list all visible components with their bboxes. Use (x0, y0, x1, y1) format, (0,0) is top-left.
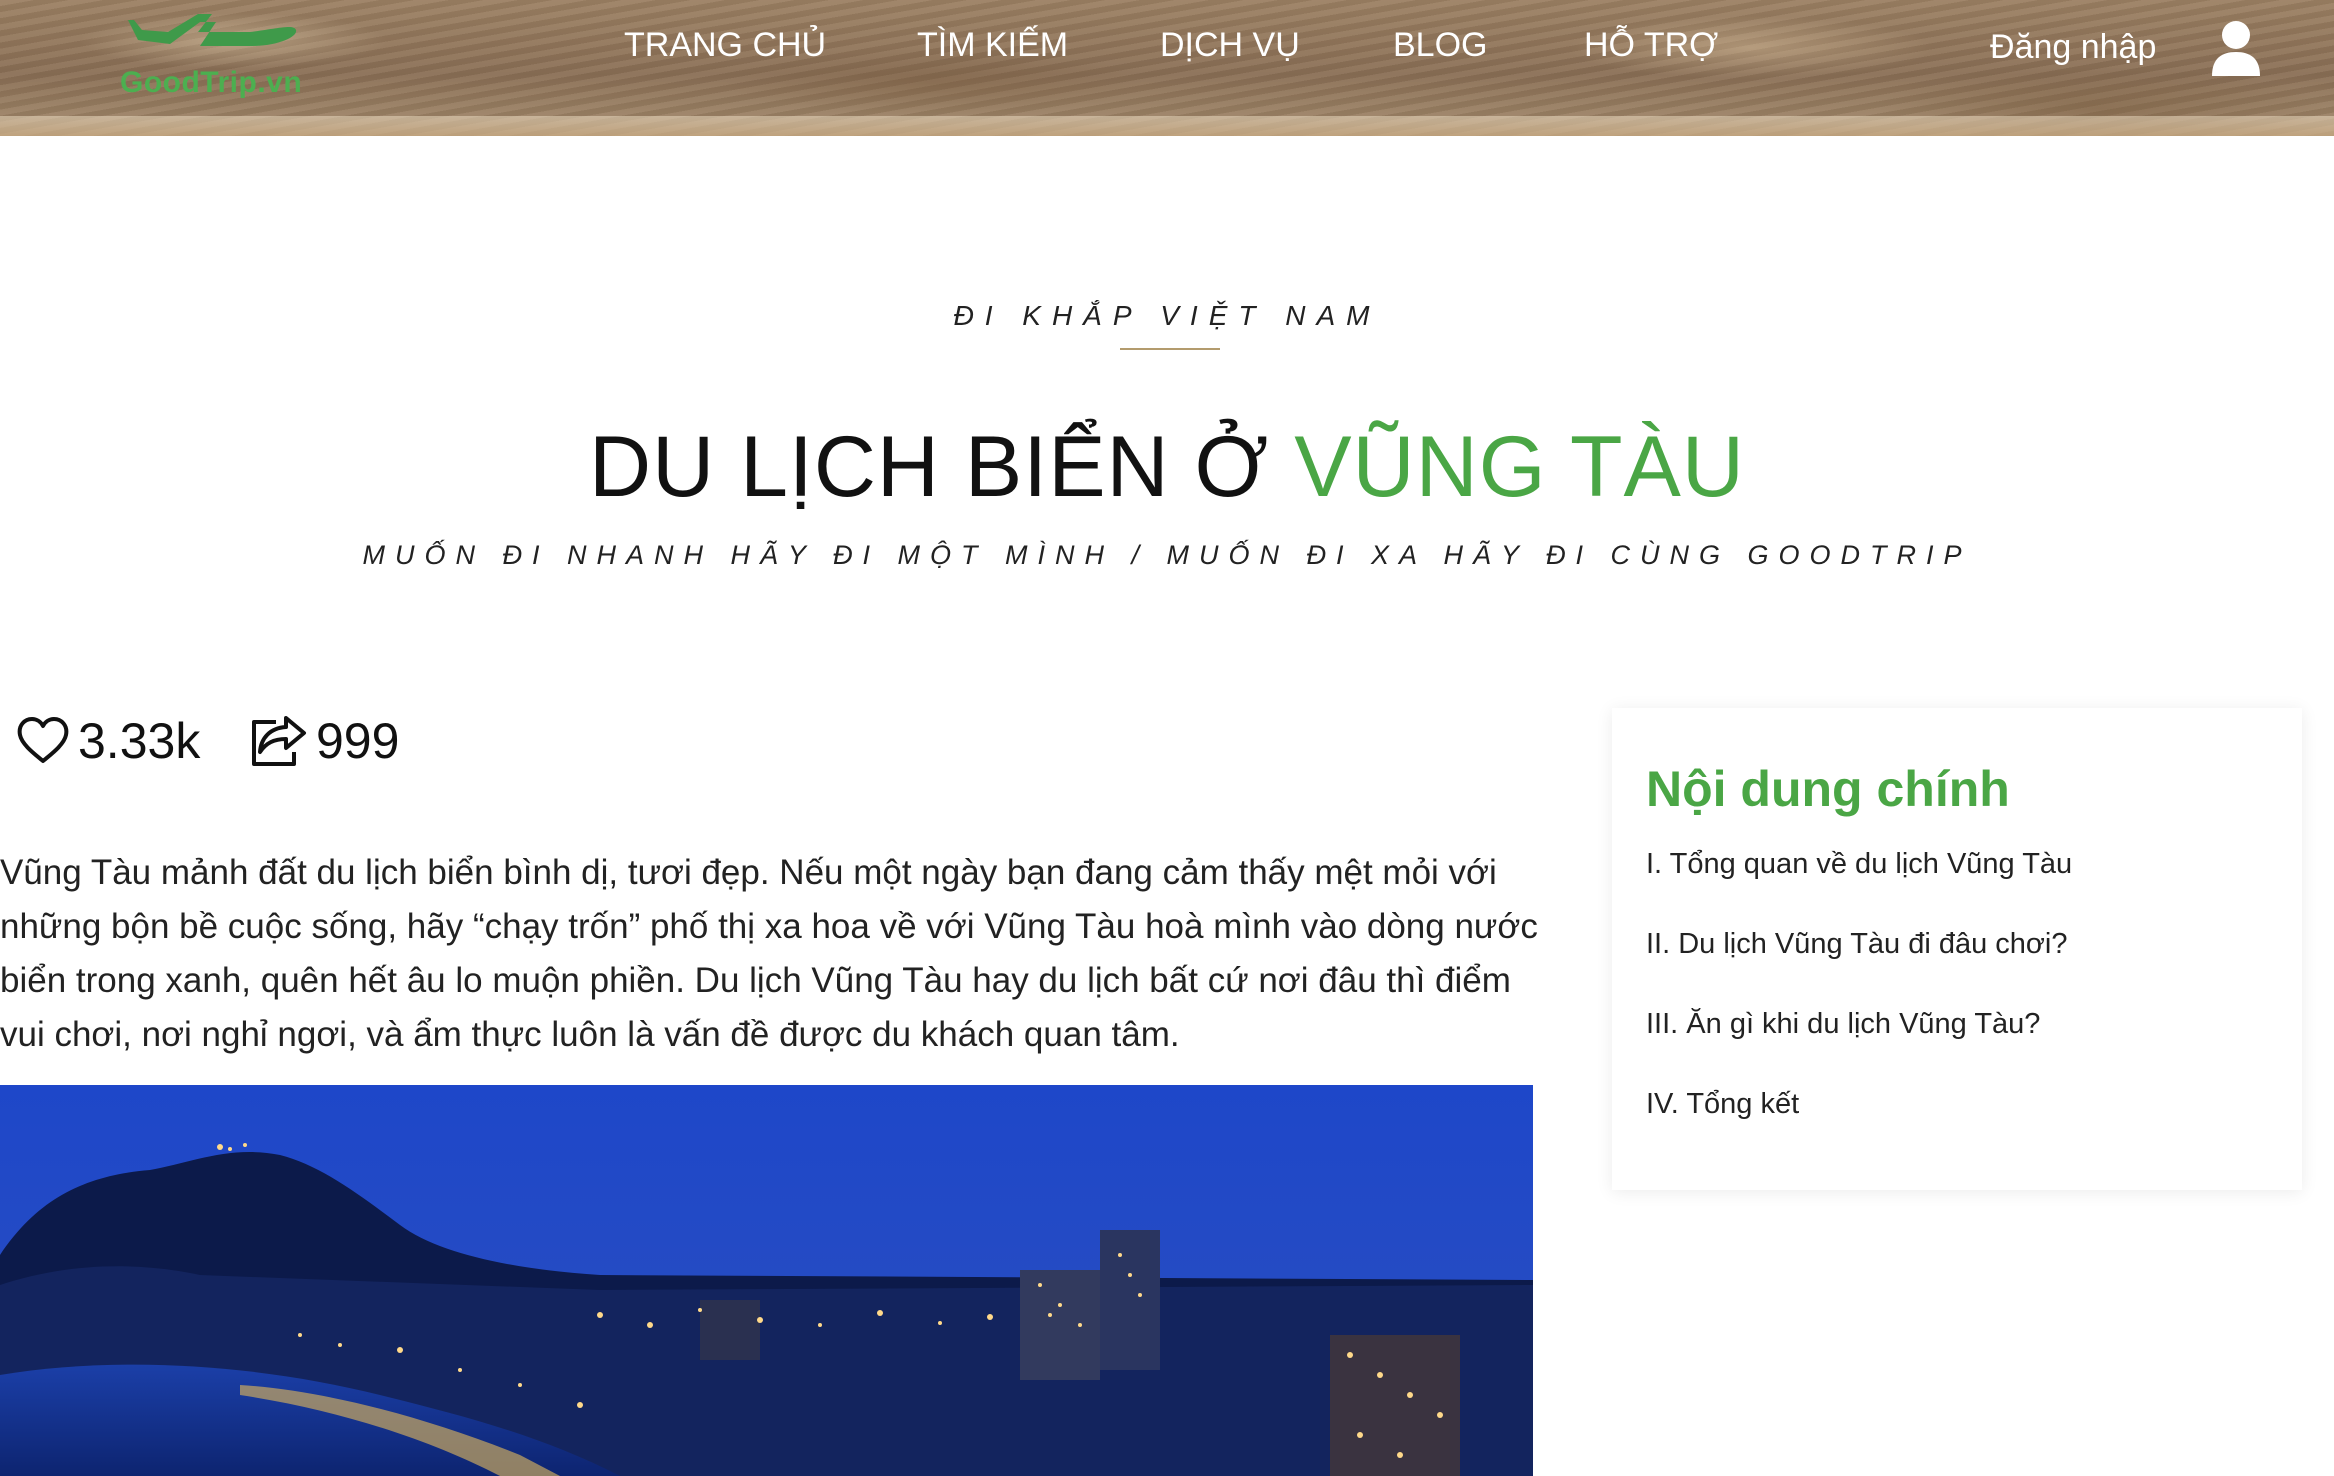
nav-home[interactable]: TRANG CHỦ (624, 26, 826, 65)
title-accent: VŨNG TÀU (1294, 419, 1745, 515)
toc-item-food[interactable]: III. Ăn gì khi du lịch Vũng Tàu? (1646, 1008, 2072, 1088)
share-count: 999 (316, 713, 400, 769)
site-header: GoodTrip.vn TRANG CHỦ TÌM KIẾM DỊCH VỤ B… (0, 0, 2334, 136)
toc-list: I. Tổng quan về du lịch Vũng Tàu II. Du … (1646, 848, 2072, 1168)
title-main: DU LỊCH BIỂN Ở (589, 419, 1295, 515)
article-photo (0, 1085, 1533, 1476)
toc-title: Nội dung chính (1646, 761, 2010, 817)
nav-services[interactable]: DỊCH VỤ (1160, 26, 1300, 65)
section-eyebrow: ĐI KHẮP VIỆT NAM (953, 300, 1381, 331)
table-of-contents: Nội dung chính I. Tổng quan về du lịch V… (1612, 708, 2302, 1190)
page-title: DU LỊCH BIỂN Ở VŨNG TÀU (0, 418, 2334, 517)
logo-text: GoodTrip.vn (120, 66, 303, 99)
toc-item-overview[interactable]: I. Tổng quan về du lịch Vũng Tàu (1646, 848, 2072, 928)
toc-item-summary[interactable]: IV. Tổng kết (1646, 1088, 2072, 1168)
share-button[interactable]: 999 (248, 712, 399, 770)
like-count: 3.33k (78, 713, 201, 769)
site-logo[interactable]: GoodTrip.vn (118, 0, 318, 106)
share-icon (252, 716, 306, 766)
eyebrow-divider (1120, 348, 1220, 350)
toc-item-places[interactable]: II. Du lịch Vũng Tàu đi đâu chơi? (1646, 928, 2072, 1008)
airplane-icon (128, 14, 297, 46)
nav-support[interactable]: HỖ TRỢ (1584, 26, 1718, 65)
login-link[interactable]: Đăng nhập (1990, 28, 2156, 67)
heart-icon (17, 717, 69, 763)
page-subtitle: MUỐN ĐI NHANH HÃY ĐI MỘT MÌNH / MUỐN ĐI … (362, 540, 1972, 570)
nav-blog[interactable]: BLOG (1393, 26, 1487, 65)
user-icon[interactable] (2210, 20, 2262, 76)
article-intro: Vũng Tàu mảnh đất du lịch biển bình dị, … (0, 853, 1538, 1054)
nav-search[interactable]: TÌM KIẾM (917, 26, 1068, 65)
like-button[interactable]: 3.33k (16, 712, 200, 770)
vung-tau-night-photo (0, 1085, 1533, 1476)
